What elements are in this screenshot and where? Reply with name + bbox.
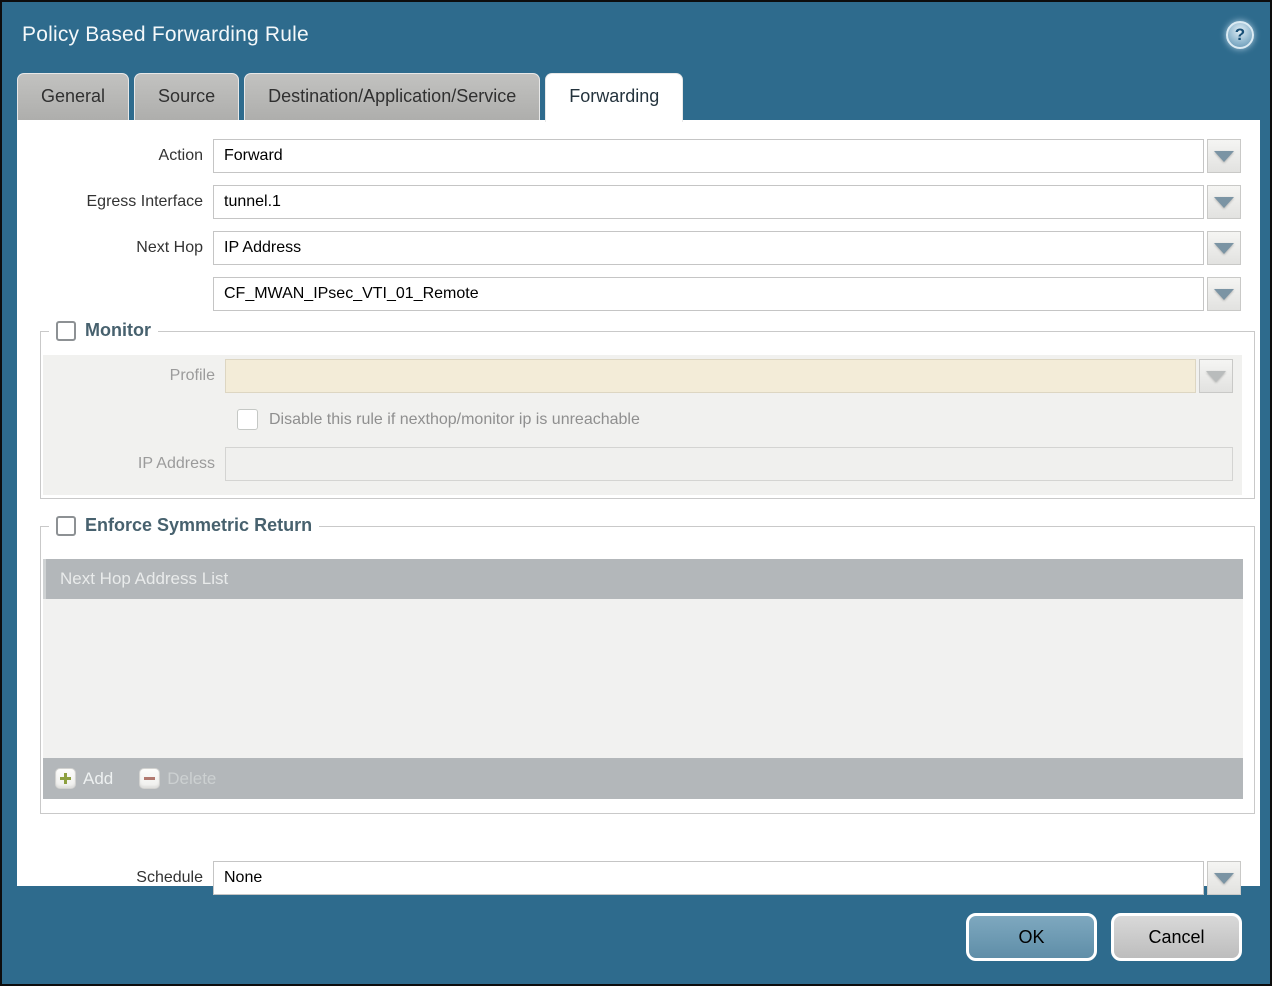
next-hop-address-dropdown-button[interactable] [1207, 277, 1241, 311]
egress-interface-combo: tunnel.1 [213, 185, 1241, 219]
tab-strip: General Source Destination/Application/S… [17, 68, 1270, 120]
schedule-value[interactable]: None [213, 861, 1204, 895]
profile-dropdown-button [1199, 359, 1233, 393]
profile-row: Profile [43, 359, 1242, 393]
ok-button[interactable]: OK [966, 913, 1097, 961]
egress-interface-label: Egress Interface [17, 193, 213, 211]
action-value[interactable]: Forward [213, 139, 1204, 173]
monitor-fieldset: Monitor Profile Disable this rule if nex… [40, 331, 1255, 499]
chevron-down-icon [1214, 151, 1234, 162]
next-hop-address-row: CF_MWAN_IPsec_VTI_01_Remote [17, 277, 1260, 311]
dialog-title: Policy Based Forwarding Rule [22, 23, 309, 47]
dialog-footer: OK Cancel [2, 886, 1270, 984]
egress-interface-value[interactable]: tunnel.1 [213, 185, 1204, 219]
next-hop-address-combo: CF_MWAN_IPsec_VTI_01_Remote [213, 277, 1241, 311]
schedule-label: Schedule [17, 869, 213, 887]
symmetric-return-legend: Enforce Symmetric Return [49, 515, 319, 536]
title-bar: Policy Based Forwarding Rule ? [2, 2, 1270, 68]
action-label: Action [17, 147, 213, 165]
cancel-button[interactable]: Cancel [1111, 913, 1242, 961]
profile-value [225, 359, 1196, 393]
delete-button-label: Delete [167, 769, 216, 789]
chevron-down-icon [1214, 197, 1234, 208]
pbf-rule-dialog: Policy Based Forwarding Rule ? General S… [0, 0, 1272, 986]
disable-rule-row: Disable this rule if nexthop/monitor ip … [43, 409, 1242, 430]
next-hop-dropdown-button[interactable] [1207, 231, 1241, 265]
tab-source[interactable]: Source [134, 73, 239, 120]
tab-destination-application-service[interactable]: Destination/Application/Service [244, 73, 540, 120]
next-hop-address-list-body [43, 599, 1243, 758]
chevron-down-icon [1214, 873, 1234, 884]
next-hop-type-value[interactable]: IP Address [213, 231, 1204, 265]
symmetric-return-fieldset: Enforce Symmetric Return Next Hop Addres… [40, 526, 1255, 814]
tab-general[interactable]: General [17, 73, 129, 120]
add-button-label: Add [83, 769, 113, 789]
add-button[interactable]: Add [55, 768, 113, 789]
monitor-ip-label: IP Address [43, 455, 225, 473]
forwarding-tab-panel: Action Forward Egress Interface tunnel.1… [17, 120, 1260, 886]
schedule-combo: None [213, 861, 1241, 895]
next-hop-address-list-toolbar: Add Delete [43, 758, 1243, 799]
chevron-down-icon [1214, 289, 1234, 300]
delete-button: Delete [139, 768, 216, 789]
symmetric-return-checkbox[interactable] [56, 516, 76, 536]
next-hop-label: Next Hop [17, 239, 213, 257]
egress-interface-row: Egress Interface tunnel.1 [17, 185, 1260, 219]
next-hop-row: Next Hop IP Address [17, 231, 1260, 265]
monitor-ip-row: IP Address [43, 447, 1242, 481]
plus-icon [55, 768, 76, 789]
disable-rule-checkbox [237, 409, 258, 430]
egress-interface-dropdown-button[interactable] [1207, 185, 1241, 219]
schedule-row: Schedule None [17, 861, 1260, 895]
action-combo: Forward [213, 139, 1241, 173]
monitor-legend: Monitor [49, 320, 158, 341]
next-hop-combo: IP Address [213, 231, 1241, 265]
help-icon[interactable]: ? [1226, 21, 1254, 49]
next-hop-address-value[interactable]: CF_MWAN_IPsec_VTI_01_Remote [213, 277, 1204, 311]
monitor-checkbox[interactable] [56, 321, 76, 341]
next-hop-address-list-header: Next Hop Address List [43, 559, 1243, 599]
action-row: Action Forward [17, 139, 1260, 173]
monitor-body: Profile Disable this rule if nexthop/mon… [43, 355, 1242, 495]
schedule-dropdown-button[interactable] [1207, 861, 1241, 895]
tab-forwarding[interactable]: Forwarding [545, 73, 683, 122]
monitor-legend-label: Monitor [85, 320, 151, 341]
symmetric-return-legend-label: Enforce Symmetric Return [85, 515, 312, 536]
action-dropdown-button[interactable] [1207, 139, 1241, 173]
chevron-down-icon [1214, 243, 1234, 254]
profile-label: Profile [43, 367, 225, 385]
disable-rule-label: Disable this rule if nexthop/monitor ip … [269, 411, 640, 429]
minus-icon [139, 768, 160, 789]
next-hop-address-table: Next Hop Address List Add Delete [43, 559, 1243, 799]
monitor-ip-value [225, 447, 1233, 481]
chevron-down-icon [1206, 371, 1226, 382]
